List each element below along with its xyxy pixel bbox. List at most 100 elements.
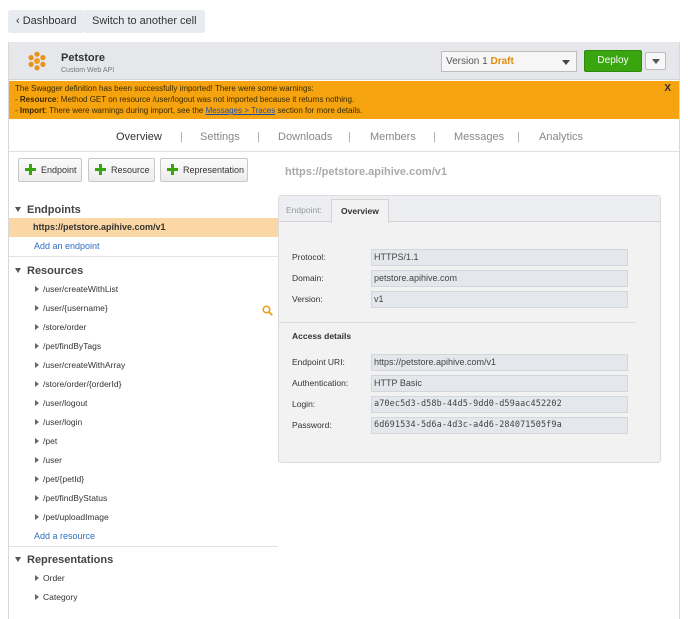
tab-separator: | (180, 131, 183, 143)
resource-item[interactable]: /user (35, 455, 62, 465)
tab-overview[interactable]: Overview (116, 131, 162, 143)
dashboard-button[interactable]: ‹ Dashboard (8, 10, 85, 33)
resource-item[interactable]: /store/order (35, 322, 86, 332)
tab-downloads[interactable]: Downloads (278, 131, 332, 143)
switch-cell-button[interactable]: Switch to another cell (84, 10, 205, 33)
tab-analytics[interactable]: Analytics (539, 131, 583, 143)
add-representation-button[interactable]: Representation (160, 158, 248, 182)
password-field[interactable]: 6d691534-5d6a-4d3c-a4d6-284071505f9a (371, 417, 628, 434)
resource-item[interactable]: /user/createWithArray (35, 360, 125, 370)
divider (9, 546, 278, 547)
resources-section-header[interactable]: Resources (15, 265, 83, 277)
app-header: Petstore Custom Web API Version 1 Draft … (9, 42, 679, 80)
more-menu-button[interactable] (645, 52, 666, 70)
triangle-down-icon (15, 268, 21, 273)
endpoint-detail-panel: Endpoint: Overview Protocol: HTTPS/1.1 D… (278, 195, 661, 463)
resource-item[interactable]: /store/order/{orderId} (35, 379, 121, 389)
warning-banner: The Swagger definition has been successf… (9, 81, 679, 119)
sidebar: Endpoints https://petstore.apihive.com/v… (9, 198, 278, 619)
triangle-right-icon (35, 305, 39, 311)
top-bar: ‹ Dashboard Switch to another cell (0, 0, 688, 40)
triangle-right-icon (35, 381, 39, 387)
warning-line-1: The Swagger definition has been successf… (15, 84, 314, 93)
resource-item[interactable]: /pet/findByStatus (35, 493, 107, 503)
authentication-field[interactable]: HTTP Basic (371, 375, 628, 392)
main-tabs: Overview | Settings | Downloads | Member… (9, 120, 679, 152)
representation-item[interactable]: Order (35, 573, 65, 583)
endpoint-uri-field[interactable]: https://petstore.apihive.com/v1 (371, 354, 628, 371)
divider (9, 256, 278, 257)
triangle-down-icon (15, 207, 21, 212)
caret-down-icon (562, 60, 570, 65)
add-resource-button[interactable]: Resource (88, 158, 155, 182)
add-resource-link[interactable]: Add a resource (34, 531, 95, 541)
access-details-title: Access details (292, 331, 352, 341)
divider (279, 322, 636, 323)
resource-item[interactable]: /pet (35, 436, 57, 446)
representation-item[interactable]: Category (35, 592, 78, 602)
triangle-right-icon (35, 286, 39, 292)
add-endpoint-button[interactable]: Endpoint (18, 158, 82, 182)
close-warning-button[interactable]: X (664, 83, 671, 94)
triangle-right-icon (35, 400, 39, 406)
warning-line-2: - Resource: Method GET on resource /user… (15, 95, 355, 104)
panel-tabs: Endpoint: Overview (279, 196, 660, 223)
endpoints-section-header[interactable]: Endpoints (15, 204, 81, 216)
app-subtitle: Custom Web API (61, 67, 115, 74)
tab-messages[interactable]: Messages (454, 131, 504, 143)
tab-separator: | (517, 131, 520, 143)
triangle-down-icon (15, 557, 21, 562)
app-name: Petstore (61, 52, 106, 64)
warning-line-3: - Import: There were warnings during imp… (15, 106, 363, 115)
triangle-right-icon (35, 438, 39, 444)
endpoint-item-selected[interactable]: https://petstore.apihive.com/v1 (9, 218, 278, 237)
plus-icon (25, 164, 36, 175)
triangle-right-icon (35, 575, 39, 581)
panel-tab-label: Endpoint: (286, 205, 322, 215)
endpoint-uri-label: Endpoint URI: (292, 357, 345, 367)
version-label: Version 1 (446, 56, 488, 67)
resource-item[interactable]: /pet/{petId} (35, 474, 84, 484)
messages-traces-link[interactable]: Messages > Traces (206, 106, 276, 115)
tab-members[interactable]: Members (370, 131, 416, 143)
triangle-right-icon (35, 324, 39, 330)
triangle-right-icon (35, 594, 39, 600)
protocol-field[interactable]: HTTPS/1.1 (371, 249, 628, 266)
plus-icon (167, 164, 178, 175)
tab-separator: | (348, 131, 351, 143)
login-field[interactable]: a70ec5d3-d58b-44d5-9dd0-d59aac452202 (371, 396, 628, 413)
tab-separator: | (257, 131, 260, 143)
resource-item[interactable]: /user/logout (35, 398, 87, 408)
tab-settings[interactable]: Settings (200, 131, 240, 143)
domain-field[interactable]: petstore.apihive.com (371, 270, 628, 287)
representations-section-header[interactable]: Representations (15, 554, 113, 566)
logo-icon (28, 51, 46, 71)
resource-item[interactable]: /user/{username} (35, 303, 108, 313)
version-label: Version: (292, 294, 323, 304)
resource-item[interactable]: /user/createWithList (35, 284, 118, 294)
domain-label: Domain: (292, 273, 324, 283)
resource-item[interactable]: /pet/uploadImage (35, 512, 109, 522)
plus-icon (95, 164, 106, 175)
add-endpoint-link[interactable]: Add an endpoint (34, 241, 100, 251)
login-label: Login: (292, 399, 316, 409)
deploy-button[interactable]: Deploy (584, 50, 642, 72)
tab-separator: | (433, 131, 436, 143)
search-icon[interactable] (262, 305, 273, 316)
authentication-label: Authentication: (292, 378, 349, 388)
triangle-right-icon (35, 457, 39, 463)
resource-item[interactable]: /pet/findByTags (35, 341, 101, 351)
triangle-right-icon (35, 362, 39, 368)
triangle-right-icon (35, 514, 39, 520)
resource-item[interactable]: /user/login (35, 417, 82, 427)
password-label: Password: (292, 420, 332, 430)
app-container: Petstore Custom Web API Version 1 Draft … (8, 42, 680, 619)
version-select[interactable]: Version 1 Draft (441, 51, 577, 72)
triangle-right-icon (35, 476, 39, 482)
triangle-right-icon (35, 495, 39, 501)
panel-tab-overview[interactable]: Overview (331, 199, 389, 223)
version-field[interactable]: v1 (371, 291, 628, 308)
caret-down-icon (652, 59, 660, 64)
triangle-right-icon (35, 343, 39, 349)
base-url: https://petstore.apihive.com/v1 (285, 166, 447, 178)
